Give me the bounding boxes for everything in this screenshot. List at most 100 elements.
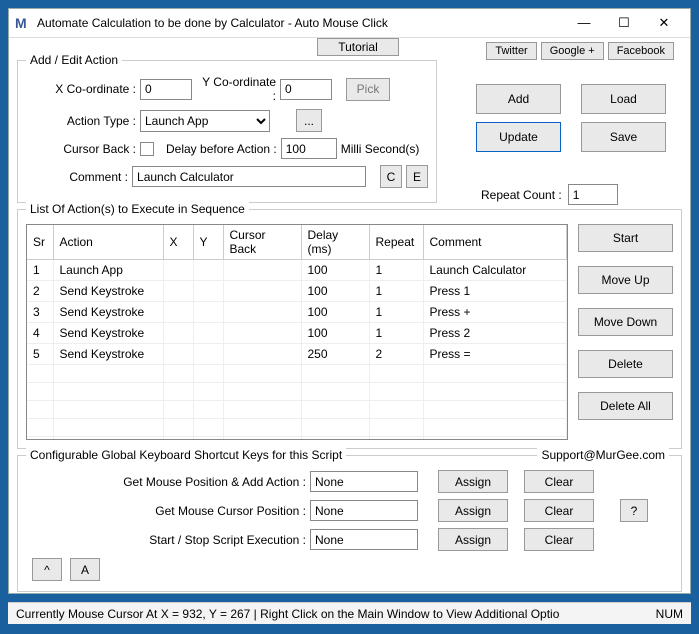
facebook-button[interactable]: Facebook <box>608 42 674 60</box>
actions-table[interactable]: Sr Action X Y Cursor Back Delay (ms) Rep… <box>26 224 568 440</box>
cursor-back-checkbox[interactable] <box>140 142 154 156</box>
app-icon: M <box>15 15 31 31</box>
table-row[interactable] <box>27 365 567 383</box>
cell-delay: 100 <box>301 281 369 302</box>
cell-action: Send Keystroke <box>53 323 163 344</box>
cell-repeat <box>369 383 423 401</box>
cell-comment: Launch Calculator <box>423 260 567 281</box>
cell-action <box>53 401 163 419</box>
table-row[interactable]: 2Send Keystroke1001Press 1 <box>27 281 567 302</box>
y-coord-input[interactable] <box>280 79 332 100</box>
table-row[interactable]: 1Launch App1001Launch Calculator <box>27 260 567 281</box>
c-button[interactable]: C <box>380 165 402 188</box>
e-button[interactable]: E <box>406 165 428 188</box>
save-button[interactable]: Save <box>581 122 666 152</box>
twitter-button[interactable]: Twitter <box>486 42 536 60</box>
delay-input[interactable] <box>281 138 337 159</box>
table-row[interactable]: 4Send Keystroke1001Press 2 <box>27 323 567 344</box>
a-button[interactable]: A <box>70 558 100 581</box>
minimize-button[interactable]: — <box>564 9 604 37</box>
move-down-button[interactable]: Move Down <box>578 308 673 336</box>
assign3-button[interactable]: Assign <box>438 528 508 551</box>
cell-x <box>163 260 193 281</box>
move-up-button[interactable]: Move Up <box>578 266 673 294</box>
cell-sr: 5 <box>27 344 53 365</box>
cell-delay: 100 <box>301 260 369 281</box>
cell-delay <box>301 401 369 419</box>
cell-comment <box>423 401 567 419</box>
comment-input[interactable] <box>132 166 366 187</box>
col-action[interactable]: Action <box>53 225 163 260</box>
assign1-button[interactable]: Assign <box>438 470 508 493</box>
help-button[interactable]: ? <box>620 499 648 522</box>
table-row[interactable] <box>27 419 567 437</box>
more-button[interactable]: ... <box>296 109 322 132</box>
col-comment[interactable]: Comment <box>423 225 567 260</box>
google-button[interactable]: Google + <box>541 42 604 60</box>
table-row[interactable] <box>27 383 567 401</box>
shortcut3-input[interactable] <box>310 529 418 550</box>
cell-y <box>193 302 223 323</box>
list-group: List Of Action(s) to Execute in Sequence… <box>17 209 682 449</box>
cell-sr <box>27 401 53 419</box>
cell-delay <box>301 437 369 441</box>
cell-comment: Press = <box>423 344 567 365</box>
repeat-count-input[interactable] <box>568 184 618 205</box>
cell-y <box>193 437 223 441</box>
num-indicator: NUM <box>656 607 683 621</box>
table-row[interactable] <box>27 401 567 419</box>
delete-all-button[interactable]: Delete All <box>578 392 673 420</box>
cell-comment <box>423 383 567 401</box>
window-title: Automate Calculation to be done by Calcu… <box>37 16 564 30</box>
cell-cursor <box>223 419 301 437</box>
load-button[interactable]: Load <box>581 84 666 114</box>
col-repeat[interactable]: Repeat <box>369 225 423 260</box>
col-sr[interactable]: Sr <box>27 225 53 260</box>
shortcut2-input[interactable] <box>310 500 418 521</box>
close-button[interactable]: ✕ <box>644 9 684 37</box>
cell-cursor <box>223 323 301 344</box>
cell-action <box>53 365 163 383</box>
titlebar[interactable]: M Automate Calculation to be done by Cal… <box>9 9 690 38</box>
table-row[interactable] <box>27 437 567 441</box>
add-button[interactable]: Add <box>476 84 561 114</box>
pick-button[interactable]: Pick <box>346 78 390 101</box>
cell-x <box>163 281 193 302</box>
table-row[interactable]: 5Send Keystroke2502Press = <box>27 344 567 365</box>
shortcut1-input[interactable] <box>310 471 418 492</box>
x-coord-label: X Co-ordinate : <box>26 82 136 96</box>
clear3-button[interactable]: Clear <box>524 528 594 551</box>
cell-repeat <box>369 419 423 437</box>
col-cursor[interactable]: Cursor Back <box>223 225 301 260</box>
maximize-button[interactable]: ☐ <box>604 9 644 37</box>
cell-cursor <box>223 383 301 401</box>
repeat-count-label: Repeat Count : <box>481 188 562 202</box>
caret-button[interactable]: ^ <box>32 558 62 581</box>
delete-button[interactable]: Delete <box>578 350 673 378</box>
cell-y <box>193 344 223 365</box>
action-type-select[interactable]: Launch App <box>140 110 270 132</box>
delay-label: Delay before Action : <box>166 142 277 156</box>
cell-y <box>193 401 223 419</box>
cell-y <box>193 281 223 302</box>
x-coord-input[interactable] <box>140 79 192 100</box>
update-button[interactable]: Update <box>476 122 561 152</box>
col-delay[interactable]: Delay (ms) <box>301 225 369 260</box>
cell-sr: 2 <box>27 281 53 302</box>
cell-delay: 100 <box>301 323 369 344</box>
delay-unit: Milli Second(s) <box>341 142 420 156</box>
table-row[interactable]: 3Send Keystroke1001Press + <box>27 302 567 323</box>
cell-delay <box>301 383 369 401</box>
tutorial-button[interactable]: Tutorial <box>317 38 399 56</box>
clear2-button[interactable]: Clear <box>524 499 594 522</box>
assign2-button[interactable]: Assign <box>438 499 508 522</box>
cell-x <box>163 365 193 383</box>
col-x[interactable]: X <box>163 225 193 260</box>
support-link[interactable]: Support@MurGee.com <box>537 448 669 462</box>
col-y[interactable]: Y <box>193 225 223 260</box>
clear1-button[interactable]: Clear <box>524 470 594 493</box>
shortcut3-label: Start / Stop Script Execution : <box>26 533 306 547</box>
cell-cursor <box>223 302 301 323</box>
start-button[interactable]: Start <box>578 224 673 252</box>
cell-x <box>163 302 193 323</box>
